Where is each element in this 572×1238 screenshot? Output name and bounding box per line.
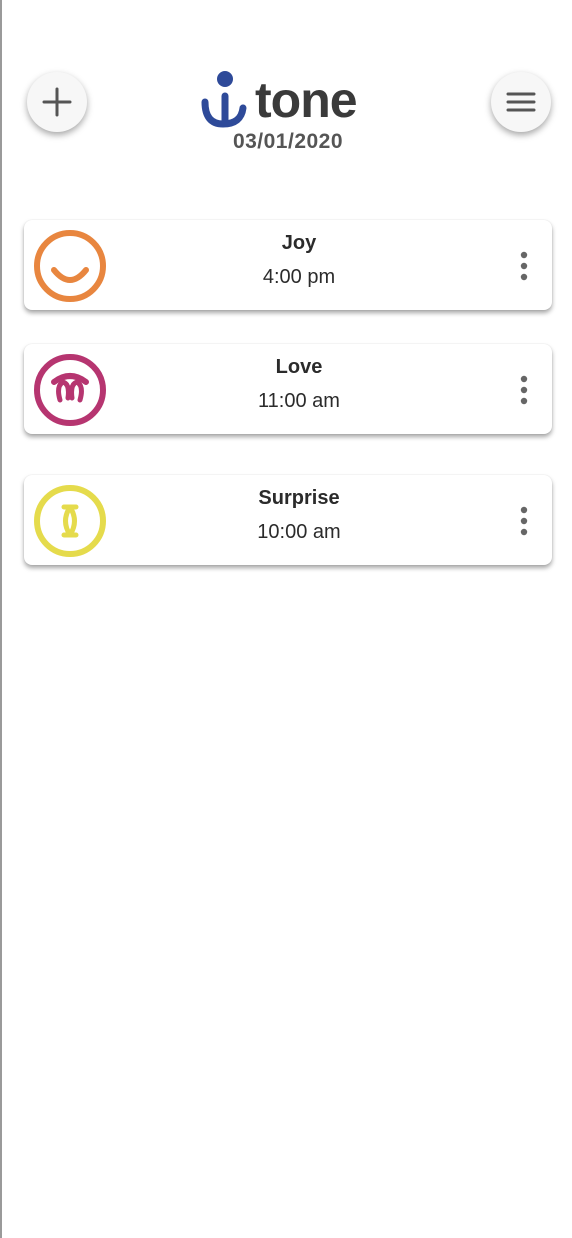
add-entry-button[interactable] (27, 72, 87, 132)
entry-emotion: Joy (281, 232, 317, 254)
hamburger-menu-icon (506, 92, 536, 112)
more-options-icon[interactable] (514, 250, 534, 282)
current-date: 03/01/2020 (232, 130, 344, 153)
entry-emotion: Surprise (258, 487, 340, 509)
more-options-icon[interactable] (514, 374, 534, 406)
mood-entry-card[interactable]: Surprise 10:00 am (24, 475, 552, 565)
entry-time: 4:00 pm (262, 266, 336, 288)
plus-icon (42, 87, 72, 117)
logo-i-icon (201, 71, 247, 128)
mood-entry-card[interactable]: Joy 4:00 pm (24, 220, 552, 310)
app-logo: tone (199, 70, 379, 130)
more-options-icon[interactable] (514, 505, 534, 537)
love-face-icon (34, 354, 106, 426)
menu-button[interactable] (491, 72, 551, 132)
entry-time: 11:00 am (258, 390, 340, 412)
mood-entry-card[interactable]: Love 11:00 am (24, 344, 552, 434)
window-edge (0, 0, 2, 1238)
surprise-face-icon (34, 485, 106, 557)
entry-time: 10:00 am (257, 521, 341, 543)
app-name: tone (255, 72, 358, 128)
joy-face-icon (34, 230, 106, 302)
entry-emotion: Love (275, 356, 323, 378)
